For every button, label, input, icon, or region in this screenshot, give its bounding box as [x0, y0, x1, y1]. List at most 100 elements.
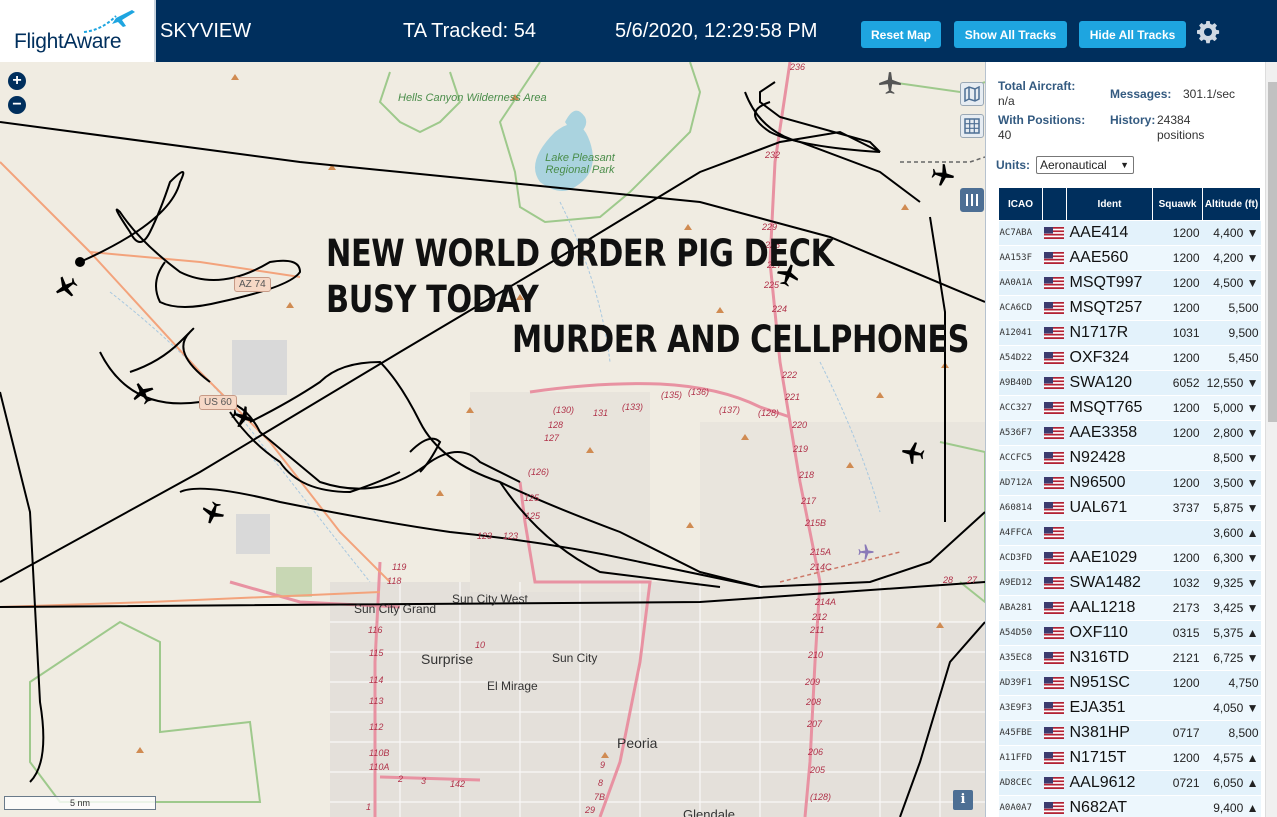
- map-view[interactable]: Hells Canyon Wilderness Area Lake Pleasa…: [0, 62, 985, 817]
- flag-cell: [1042, 595, 1067, 621]
- flag-cell: [1042, 695, 1067, 721]
- table-row[interactable]: ACD3FD AAE1029 1200 6,300 ▼: [998, 545, 1261, 571]
- table-row[interactable]: A4FFCA 3,600 ▲: [998, 520, 1261, 546]
- us-flag-icon: [1043, 601, 1064, 614]
- table-row[interactable]: A60814 UAL671 3737 5,875 ▼: [998, 495, 1261, 521]
- us-flag-icon: [1043, 576, 1064, 589]
- squawk-cell: [1152, 520, 1203, 546]
- icao-cell: ACD3FD: [998, 545, 1043, 571]
- icao-cell: A536F7: [998, 420, 1043, 446]
- park-label-hells-canyon: Hells Canyon Wilderness Area: [398, 92, 547, 104]
- route-number-label: 221: [785, 392, 801, 402]
- route-number-label: 114: [369, 675, 384, 685]
- table-row[interactable]: A3E9F3 EJA351 4,050 ▼: [998, 695, 1261, 721]
- grid-toggle-button[interactable]: [960, 114, 984, 138]
- place-glendale: Glendale: [683, 807, 736, 817]
- table-row[interactable]: A12041 N1717R 1031 9,500: [998, 320, 1261, 346]
- ident-cell: UAL671: [1066, 495, 1153, 521]
- squawk-cell: 1200: [1152, 545, 1203, 571]
- aircraft-icon[interactable]: [53, 274, 79, 300]
- us-flag-icon: [1043, 501, 1064, 514]
- gear-icon[interactable]: [1196, 20, 1220, 44]
- sidebar-scrollbar[interactable]: [1265, 62, 1277, 817]
- column-header-ident[interactable]: Ident: [1066, 187, 1153, 221]
- table-row[interactable]: A54D50 OXF110 0315 5,375 ▲: [998, 620, 1261, 646]
- flightaware-logo[interactable]: FlightAware: [0, 0, 156, 62]
- table-row[interactable]: AC7ABA AAE414 1200 4,400 ▼: [998, 220, 1261, 246]
- table-row[interactable]: ABA281 AAL1218 2173 3,425 ▼: [998, 595, 1261, 621]
- table-row[interactable]: A11FFD N1715T 1200 4,575 ▲: [998, 745, 1261, 771]
- flag-cell: [1042, 295, 1067, 321]
- table-row[interactable]: AA0A1A MSQT997 1200 4,500 ▼: [998, 270, 1261, 296]
- overlay-text-line-3: MURDER AND CELLPHONES: [512, 318, 970, 361]
- column-header-flag[interactable]: [1042, 187, 1067, 221]
- aircraft-icon[interactable]: [130, 380, 156, 406]
- hide-all-tracks-button[interactable]: Hide All Tracks: [1079, 21, 1186, 48]
- icao-cell: A11FFD: [998, 745, 1043, 771]
- route-number-label: 209: [805, 677, 821, 687]
- table-row[interactable]: AD8CEC AAL9612 0721 6,050 ▲: [998, 770, 1261, 796]
- table-row[interactable]: ACC327 MSQT765 1200 5,000 ▼: [998, 395, 1261, 421]
- squawk-cell: 1200: [1152, 420, 1203, 446]
- place-sun-city: Sun City: [552, 651, 598, 665]
- flag-cell: [1042, 720, 1067, 746]
- zoom-out-button[interactable]: −: [8, 96, 26, 114]
- icao-cell: AD712A: [998, 470, 1043, 496]
- info-button[interactable]: i: [953, 790, 973, 810]
- table-row[interactable]: A0A0A7 N682AT 9,400 ▲: [998, 795, 1261, 817]
- table-row[interactable]: A536F7 AAE3358 1200 2,800 ▼: [998, 420, 1261, 446]
- zoom-in-button[interactable]: +: [8, 72, 26, 90]
- us-flag-icon: [1043, 376, 1064, 389]
- aircraft-icon[interactable]: [930, 162, 956, 188]
- reset-map-button[interactable]: Reset Map: [861, 21, 941, 48]
- route-number-label: 220: [792, 420, 808, 430]
- icao-cell: A60814: [998, 495, 1043, 521]
- flag-cell: [1042, 520, 1067, 546]
- ident-cell: MSQT997: [1066, 270, 1153, 296]
- us-flag-icon: [1043, 451, 1064, 464]
- units-select[interactable]: Aeronautical ▼: [1036, 156, 1134, 174]
- route-number-label: 8: [598, 778, 604, 788]
- messages-value: 301.1/sec: [1183, 87, 1236, 101]
- column-header-squawk[interactable]: Squawk: [1152, 187, 1203, 221]
- place-peoria: Peoria: [617, 735, 658, 751]
- columns-toggle-button[interactable]: [960, 188, 984, 212]
- map-layers-button[interactable]: [960, 82, 984, 106]
- scrollbar-thumb[interactable]: [1268, 82, 1277, 422]
- grid-icon: [964, 118, 980, 134]
- table-row[interactable]: ACA6CD MSQT257 1200 5,500: [998, 295, 1261, 321]
- ident-cell: [1066, 520, 1153, 546]
- column-header-icao[interactable]: ICAO: [998, 187, 1043, 221]
- table-row[interactable]: AA153F AAE560 1200 4,200 ▼: [998, 245, 1261, 271]
- route-number-label: 222: [782, 370, 798, 380]
- us-flag-icon: [1043, 726, 1064, 739]
- show-all-tracks-button[interactable]: Show All Tracks: [954, 21, 1067, 48]
- aircraft-icon[interactable]: [900, 440, 926, 466]
- table-row[interactable]: A9ED12 SWA1482 1032 9,325 ▼: [998, 570, 1261, 596]
- table-row[interactable]: AD39F1 N951SC 1200 4,750: [998, 670, 1261, 696]
- route-number-label: 125: [524, 493, 540, 503]
- route-number-label: (128): [758, 408, 780, 418]
- table-row[interactable]: A35EC8 N316TD 2121 6,725 ▼: [998, 645, 1261, 671]
- squawk-cell: 1200: [1152, 270, 1203, 296]
- table-row[interactable]: A54D22 OXF324 1200 5,450: [998, 345, 1261, 371]
- column-header-altitude[interactable]: Altitude (ft): [1202, 187, 1261, 221]
- route-number-label: 131: [593, 408, 609, 418]
- squawk-cell: 1200: [1152, 470, 1203, 496]
- flag-cell: [1042, 645, 1067, 671]
- table-row[interactable]: A9B40D SWA120 6052 12,550 ▼: [998, 370, 1261, 396]
- aircraft-icon[interactable]: [200, 500, 226, 526]
- route-number-label: 214C: [810, 562, 832, 572]
- table-row[interactable]: A45FBE N381HP 0717 8,500: [998, 720, 1261, 746]
- squawk-cell: 0721: [1152, 770, 1203, 796]
- route-number-label: 128: [548, 420, 564, 430]
- table-row[interactable]: AD712A N96500 1200 3,500 ▼: [998, 470, 1261, 496]
- squawk-cell: 1200: [1152, 345, 1203, 371]
- altitude-cell: 6,300 ▼: [1202, 545, 1261, 571]
- icao-cell: AD8CEC: [998, 770, 1043, 796]
- aircraft-icon[interactable]: [877, 70, 903, 96]
- route-number-label: 225: [764, 280, 780, 290]
- altitude-cell: 5,875 ▼: [1202, 495, 1261, 521]
- table-row[interactable]: ACCFC5 N92428 8,500 ▼: [998, 445, 1261, 471]
- squawk-cell: [1152, 795, 1203, 817]
